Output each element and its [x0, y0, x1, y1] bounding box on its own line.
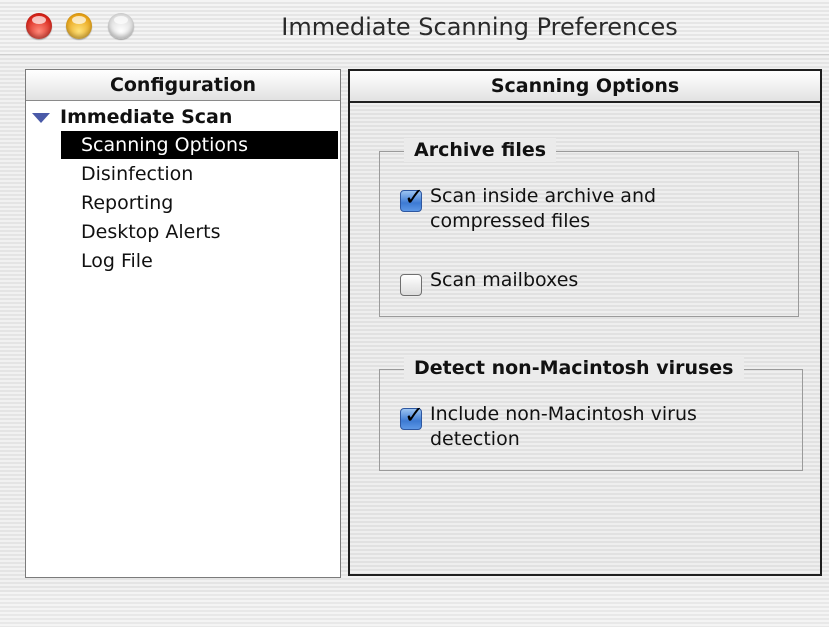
tree-item-log-file[interactable]: Log File	[61, 247, 338, 275]
tree-item-scanning-options[interactable]: Scanning Options	[61, 131, 338, 159]
close-icon[interactable]	[26, 13, 52, 39]
configuration-header[interactable]: Configuration	[26, 70, 340, 101]
window-bottom-bar	[0, 592, 829, 627]
tree-root-label: Immediate Scan	[60, 106, 233, 128]
scan-archives-option[interactable]: ✓ Scan inside archive and compressed fil…	[400, 184, 770, 234]
window-title: Immediate Scanning Preferences	[281, 13, 678, 41]
scanning-options-header: Scanning Options	[350, 71, 820, 103]
checkmark-icon: ✓	[404, 401, 425, 429]
scan-archives-label[interactable]: Scan inside archive and compressed files	[430, 184, 770, 234]
disclosure-triangle-icon[interactable]	[32, 112, 50, 123]
minimize-icon[interactable]	[66, 13, 92, 39]
scan-mailboxes-checkbox[interactable]	[400, 274, 422, 296]
detect-non-mac-group: Detect non-Macintosh viruses ✓ Include n…	[379, 356, 803, 471]
tree-item-disinfection[interactable]: Disinfection	[61, 160, 338, 188]
tree-root-immediate-scan[interactable]: Immediate Scan	[32, 104, 232, 130]
title-bar[interactable]: Immediate Scanning Preferences	[0, 0, 829, 55]
detect-non-mac-title: Detect non-Macintosh viruses	[404, 356, 744, 380]
archive-files-group: Archive files ✓ Scan inside archive and …	[379, 138, 799, 317]
non-mac-detection-label[interactable]: Include non-Macintosh virus detection	[430, 402, 770, 452]
tree-item-desktop-alerts[interactable]: Desktop Alerts	[61, 218, 338, 246]
scan-archives-checkbox[interactable]: ✓	[400, 185, 424, 212]
zoom-icon[interactable]	[108, 13, 134, 39]
scan-mailboxes-option[interactable]: Scan mailboxes	[400, 268, 770, 296]
checkmark-icon: ✓	[404, 183, 425, 211]
preferences-window: Immediate Scanning Preferences Configura…	[0, 0, 829, 627]
scanning-options-panel: Scanning Options Archive files ✓ Scan in…	[348, 69, 822, 576]
tree-item-reporting[interactable]: Reporting	[61, 189, 338, 217]
non-mac-detection-checkbox[interactable]: ✓	[400, 403, 424, 430]
configuration-list[interactable]: Configuration Immediate Scan Scanning Op…	[25, 69, 341, 578]
non-mac-detection-option[interactable]: ✓ Include non-Macintosh virus detection	[400, 402, 770, 452]
scan-mailboxes-label[interactable]: Scan mailboxes	[430, 268, 770, 293]
archive-files-title: Archive files	[404, 138, 557, 162]
